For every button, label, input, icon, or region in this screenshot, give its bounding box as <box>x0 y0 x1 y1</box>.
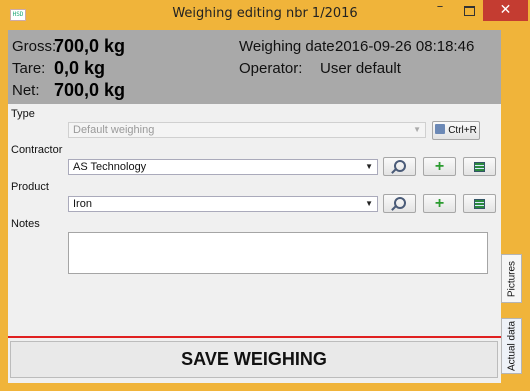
tab-pictures[interactable]: Pictures <box>501 254 522 303</box>
product-value: Iron <box>73 198 92 210</box>
add-icon: + <box>434 158 445 175</box>
maximize-button[interactable] <box>455 0 483 21</box>
product-search-button[interactable] <box>383 194 416 213</box>
gross-label: Gross: <box>12 38 57 55</box>
tare-label: Tare: <box>12 60 46 77</box>
type-select[interactable]: Default weighing ▼ <box>68 122 426 138</box>
weighing-date-label: Weighing date: <box>239 38 339 55</box>
client-area: Gross: 700,0 kg Tare: 0,0 kg Net: 700,0 … <box>8 30 501 383</box>
type-value: Default weighing <box>73 124 155 136</box>
net-value: 700,0 kg <box>54 80 126 100</box>
search-icon <box>393 160 406 172</box>
weight-info-panel: Gross: 700,0 kg Tare: 0,0 kg Net: 700,0 … <box>8 30 501 104</box>
type-label: Type <box>11 108 35 120</box>
product-select[interactable]: Iron ▼ <box>68 196 378 212</box>
net-label: Net: <box>12 82 40 99</box>
tab-pictures-label: Pictures <box>506 260 517 297</box>
ctrl-r-button[interactable]: Ctrl+R <box>432 121 480 140</box>
maximize-icon <box>463 6 475 16</box>
weighing-date-value: 2016-09-26 08:18:46 <box>335 38 475 55</box>
product-add-button[interactable]: + <box>423 194 456 213</box>
search-icon <box>393 197 406 209</box>
contractor-select[interactable]: AS Technology ▼ <box>68 159 378 175</box>
chevron-down-icon: ▼ <box>413 125 421 134</box>
operator-label: Operator: <box>239 60 303 77</box>
tare-value: 0,0 kg <box>54 58 106 78</box>
add-icon: + <box>434 195 445 212</box>
list-icon <box>474 199 485 209</box>
close-button[interactable]: ✕ <box>483 0 528 21</box>
product-list-button[interactable] <box>463 194 496 213</box>
operator-value: User default <box>320 60 401 77</box>
save-weighing-button[interactable]: SAVE WEIGHING <box>10 341 498 378</box>
contractor-search-button[interactable] <box>383 157 416 176</box>
title-bar[interactable]: HSD Weighing editing nbr 1/2016 – ✕ <box>0 0 530 30</box>
contractor-list-button[interactable] <box>463 157 496 176</box>
tab-actual-data-label: Actual data <box>506 320 517 372</box>
weighing-edit-window: HSD Weighing editing nbr 1/2016 – ✕ Gros… <box>0 0 530 391</box>
contractor-label: Contractor <box>11 144 63 156</box>
ctrl-r-label: Ctrl+R <box>448 125 477 136</box>
minimize-button[interactable]: – <box>426 0 454 21</box>
notes-textarea[interactable] <box>68 232 488 274</box>
divider <box>8 336 501 338</box>
list-icon <box>474 162 485 172</box>
gross-value: 700,0 kg <box>54 36 126 56</box>
notes-label: Notes <box>11 218 40 230</box>
contractor-value: AS Technology <box>73 161 147 173</box>
refresh-icon <box>435 124 446 134</box>
chevron-down-icon: ▼ <box>365 199 373 208</box>
contractor-add-button[interactable]: + <box>423 157 456 176</box>
chevron-down-icon: ▼ <box>365 162 373 171</box>
tab-actual-data[interactable]: Actual data <box>501 318 522 374</box>
product-label: Product <box>11 181 49 193</box>
